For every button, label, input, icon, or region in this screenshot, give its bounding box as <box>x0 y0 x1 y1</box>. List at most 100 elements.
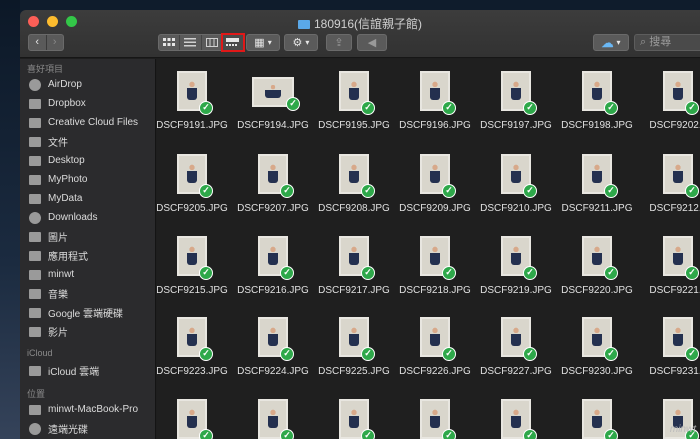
file-item[interactable]: ✓ <box>233 399 313 439</box>
sidebar-item[interactable]: Dropbox <box>20 94 155 113</box>
file-item[interactable]: ✓ DSCF9218.JPG <box>395 236 475 296</box>
sidebar-item[interactable]: Desktop <box>20 151 155 170</box>
checkmark-icon: ✓ <box>685 266 699 280</box>
file-thumbnail: ✓ <box>177 236 213 280</box>
checkmark-icon: ✓ <box>604 101 618 115</box>
file-item[interactable]: ✓ DSCF9205.JPG <box>157 154 232 214</box>
sidebar-item[interactable]: 文件 <box>20 132 155 151</box>
sidebar-item[interactable]: AirDrop <box>20 75 155 94</box>
icon-view-button[interactable] <box>159 35 181 50</box>
file-item[interactable]: ✓ DSCF9224.JPG <box>233 317 313 377</box>
share-button[interactable]: ⇪ <box>326 34 352 51</box>
sidebar-item-label: Google 雲端硬碟 <box>48 309 124 320</box>
tag-icon: ◀ <box>367 37 377 49</box>
file-item[interactable]: ✓ DSCF9196.JPG <box>395 71 475 131</box>
file-thumbnail: ✓ <box>582 154 618 198</box>
file-item[interactable]: ✓ DSCF9210.JPG <box>476 154 556 214</box>
file-thumbnail: ✓ <box>663 236 699 280</box>
home-icon <box>29 269 41 280</box>
file-item[interactable]: ✓ DSCF9217.JPG <box>314 236 394 296</box>
sidebar-item[interactable]: 遠端光碟 <box>20 419 155 438</box>
icloud-button[interactable]: ☁ ▾ <box>593 34 629 51</box>
file-thumbnail: ✓ <box>663 154 699 198</box>
file-item[interactable]: ✓ DSCF9220.JPG <box>557 236 637 296</box>
file-item[interactable]: ✓ DSCF9208.JPG <box>314 154 394 214</box>
cover-flow-view-button[interactable] <box>220 33 246 52</box>
checkmark-icon: ✓ <box>523 347 537 361</box>
photo-subject <box>672 245 684 265</box>
sidebar-item[interactable]: Google 雲端硬碟 <box>20 303 155 322</box>
file-item[interactable]: ✓ DSCF9223.JPG <box>157 317 232 377</box>
file-item[interactable]: ✓ <box>557 399 637 439</box>
sidebar-item-label: minwt-MacBook-Pro <box>48 404 139 415</box>
photo-subject <box>672 163 684 183</box>
file-item[interactable]: ✓ <box>314 399 394 439</box>
file-item[interactable]: ✓ DSCF9211.JPG <box>557 154 637 214</box>
sidebar-item[interactable]: 應用程式 <box>20 246 155 265</box>
file-name: DSCF9219.JPG <box>480 285 552 296</box>
file-name: DSCF9198.JPG <box>561 120 633 131</box>
column-view-button[interactable] <box>202 35 223 50</box>
window-title: 180916(信誼親子館) <box>20 15 700 32</box>
sidebar-item-label: 應用程式 <box>48 252 88 263</box>
sidebar-item[interactable]: minwt <box>20 265 155 284</box>
file-item[interactable]: ✓ DSCF9194.JPG <box>233 71 313 131</box>
file-item[interactable]: ✓ DSCF9230.JPG <box>557 317 637 377</box>
file-item[interactable]: ✓ DSCF9215.JPG <box>157 236 232 296</box>
file-item[interactable]: ✓ DSCF9197.JPG <box>476 71 556 131</box>
file-item[interactable]: ✓ DSCF9225.JPG <box>314 317 394 377</box>
file-thumbnail: ✓ <box>177 71 213 115</box>
folder-icon <box>29 307 41 318</box>
file-item[interactable]: ✓ DSCF9202.J <box>638 71 700 131</box>
sidebar-item-label: minwt <box>48 269 75 280</box>
tags-button[interactable]: ◀ <box>357 34 387 51</box>
checkmark-icon: ✓ <box>280 347 294 361</box>
file-item[interactable]: ✓ DSCF9195.JPG <box>314 71 394 131</box>
photo-subject <box>510 326 522 346</box>
photo-subject <box>186 163 198 183</box>
file-item[interactable]: ✓ DSCF9227.JPG <box>476 317 556 377</box>
file-item[interactable]: ✓ DSCF9207.JPG <box>233 154 313 214</box>
file-item[interactable]: ✓ <box>395 399 475 439</box>
list-view-button[interactable] <box>180 35 202 50</box>
sidebar-item[interactable]: Downloads <box>20 208 155 227</box>
sidebar-item-label: 音樂 <box>48 290 68 301</box>
forward-button[interactable]: › <box>45 35 64 50</box>
file-item[interactable]: ✓ DSCF9231.J <box>638 317 700 377</box>
sidebar-item[interactable]: MyData <box>20 189 155 208</box>
search-field[interactable]: ⌕ 搜尋 <box>634 34 700 51</box>
file-item[interactable]: ✓ <box>157 399 232 439</box>
file-item[interactable]: ✓ DSCF9212.J <box>638 154 700 214</box>
file-item[interactable]: ✓ DSCF9216.JPG <box>233 236 313 296</box>
file-thumbnail: ✓ <box>501 317 537 361</box>
sidebar-item[interactable]: minwt-MacBook-Pro <box>20 400 155 419</box>
checkmark-icon: ✓ <box>604 429 618 439</box>
sidebar-item[interactable]: 影片 <box>20 322 155 341</box>
group-by-button[interactable]: ▦ ▾ <box>246 34 280 51</box>
sidebar-item[interactable]: 圖片 <box>20 227 155 246</box>
checkmark-icon: ✓ <box>442 101 456 115</box>
sidebar-item[interactable]: MyPhoto <box>20 170 155 189</box>
file-item[interactable]: ✓ DSCF9209.JPG <box>395 154 475 214</box>
file-item[interactable]: ✓ <box>476 399 556 439</box>
file-item[interactable]: ✓ DSCF9221.J <box>638 236 700 296</box>
cloud-icon <box>29 365 41 376</box>
checkmark-icon: ✓ <box>523 266 537 280</box>
back-button[interactable]: ‹ <box>29 35 46 50</box>
sidebar-item[interactable]: iCloud 雲端 <box>20 361 155 380</box>
file-name: DSCF9212.J <box>649 203 700 214</box>
action-menu-button[interactable]: ⚙ ▾ <box>284 34 318 51</box>
file-thumbnail: ✓ <box>339 71 375 115</box>
file-item[interactable]: ✓ DSCF9198.JPG <box>557 71 637 131</box>
sidebar-item[interactable]: 音樂 <box>20 284 155 303</box>
photo-subject <box>348 326 360 346</box>
sidebar-item[interactable]: Creative Cloud Files <box>20 113 155 132</box>
photo-subject <box>510 80 522 100</box>
file-thumbnail: ✓ <box>582 317 618 361</box>
photo-subject <box>348 245 360 265</box>
file-item[interactable]: ✓ DSCF9219.JPG <box>476 236 556 296</box>
file-item[interactable]: ✓ DSCF9226.JPG <box>395 317 475 377</box>
file-item[interactable]: ✓ DSCF9191.JPG <box>157 71 232 131</box>
photo-subject <box>186 245 198 265</box>
file-name: DSCF9220.JPG <box>561 285 633 296</box>
